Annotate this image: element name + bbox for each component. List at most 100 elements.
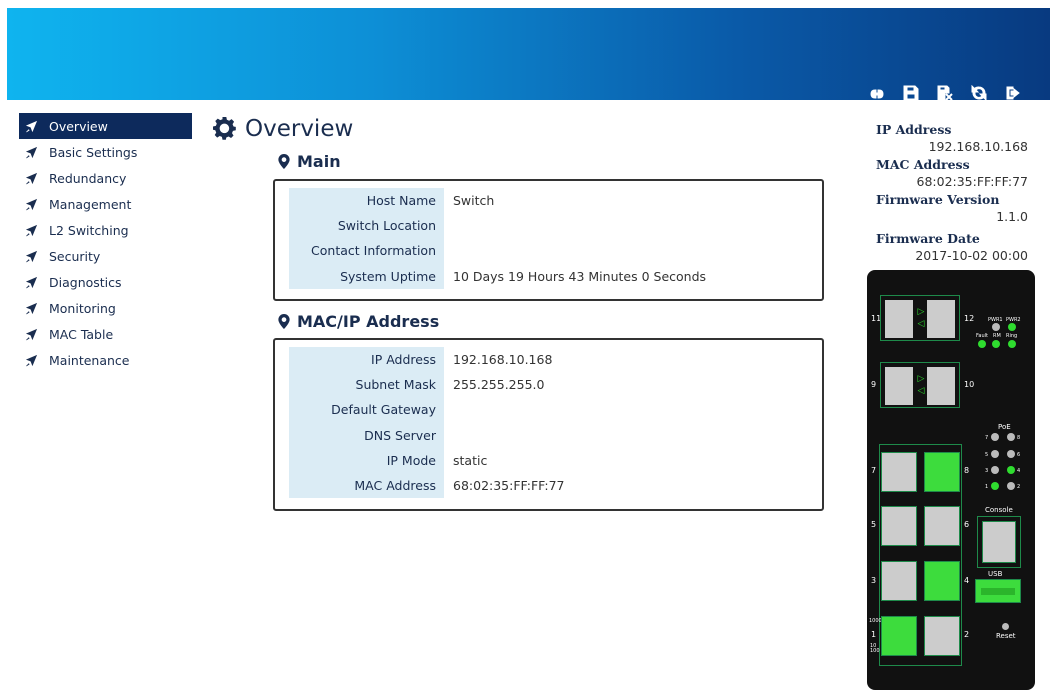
field-value xyxy=(444,238,706,263)
field-label: Default Gateway xyxy=(289,397,444,423)
macip-info-panel: IP Address 192.168.10.168 Subnet Mask 255.2… xyxy=(273,338,824,511)
sidebar-item-label: Redundancy xyxy=(49,170,127,186)
port-label-1: 1 xyxy=(871,630,877,639)
location-arrow-icon xyxy=(25,275,41,289)
sidebar-item-maintenance[interactable]: Maintenance xyxy=(19,347,192,373)
location-arrow-icon xyxy=(25,197,41,211)
sidebar-nav: Overview Basic Settings Redundancy Manageme… xyxy=(19,113,192,373)
refresh-icon[interactable] xyxy=(966,80,992,106)
info-ip-label: IP Address xyxy=(876,122,952,137)
sfp-port-11-12[interactable]: ▷ ◁ xyxy=(880,295,960,341)
led-label-fault: Fault xyxy=(976,333,988,339)
field-value: 192.168.10.168 xyxy=(453,352,553,368)
led-pwr2 xyxy=(1008,323,1016,331)
rj45-port-3[interactable] xyxy=(881,561,917,601)
speed-label-1000: 1000 xyxy=(869,618,882,624)
led-label-pwr2: PWR2 xyxy=(1006,317,1021,323)
poe-num-2: 2 xyxy=(1017,484,1021,490)
rj45-port-2[interactable] xyxy=(924,616,960,656)
sidebar-item-label: Maintenance xyxy=(49,352,130,368)
port-label-3: 3 xyxy=(871,576,877,585)
sidebar-item-label: Basic Settings xyxy=(49,144,138,160)
field-label: Switch Location xyxy=(289,213,444,239)
info-fw-label: Firmware Version xyxy=(876,192,1000,207)
info-mac-label: MAC Address xyxy=(876,157,970,172)
sidebar-item-redundancy[interactable]: Redundancy xyxy=(19,165,192,191)
poe-led-6 xyxy=(1007,450,1015,458)
sidebar-item-mac-table[interactable]: MAC Table xyxy=(19,321,192,347)
led-pwr1 xyxy=(992,323,1000,331)
rj45-port-1[interactable] xyxy=(881,616,917,656)
usb-port[interactable] xyxy=(975,579,1021,603)
poe-led-1 xyxy=(991,482,999,490)
led-ring xyxy=(1008,340,1016,348)
sidebar-item-label: Security xyxy=(49,248,101,264)
table-row: System Uptime 10 Days 19 Hours 43 Minutes… xyxy=(289,263,707,289)
poe-led-3 xyxy=(991,466,999,474)
port-label-7: 7 xyxy=(871,466,877,475)
page-title: Overview xyxy=(213,116,353,142)
save-icon[interactable] xyxy=(898,80,924,106)
map-marker-icon xyxy=(278,314,290,329)
sidebar-item-security[interactable]: Security xyxy=(19,243,192,269)
poe-led-2 xyxy=(1007,482,1015,490)
field-value: 10 Days 19 Hours 43 Minutes 0 Seconds xyxy=(453,268,707,284)
save-reset-icon[interactable] xyxy=(932,80,958,106)
field-label: DNS Server xyxy=(289,422,444,448)
sidebar-item-management[interactable]: Management xyxy=(19,191,192,217)
console-port[interactable] xyxy=(982,521,1016,563)
field-label: Host Name xyxy=(289,188,444,214)
reset-button[interactable] xyxy=(1002,623,1009,630)
port-label-9: 9 xyxy=(871,380,877,389)
location-arrow-icon xyxy=(25,145,41,159)
field-value: Switch xyxy=(453,193,495,209)
main-section-title-text: Main xyxy=(297,152,341,171)
rj45-port-6[interactable] xyxy=(924,506,960,546)
led-rm xyxy=(992,340,1000,348)
sidebar-item-basic-settings[interactable]: Basic Settings xyxy=(19,139,192,165)
link-icon[interactable] xyxy=(864,80,890,106)
table-row: IP Address 192.168.10.168 xyxy=(289,347,565,373)
poe-num-8: 8 xyxy=(1017,435,1021,441)
sidebar-item-label: L2 Switching xyxy=(49,222,129,238)
led-fault xyxy=(978,340,986,348)
poe-label: PoE xyxy=(998,423,1011,431)
location-arrow-icon xyxy=(25,301,41,315)
map-marker-icon xyxy=(278,154,290,169)
poe-led-5 xyxy=(991,450,999,458)
table-row: MAC Address 68:02:35:FF:FF:77 xyxy=(289,472,565,499)
led-label-rm: RM xyxy=(993,333,1001,339)
rj45-port-4[interactable] xyxy=(924,561,960,601)
logout-icon[interactable] xyxy=(1000,80,1026,106)
info-fwdate-label: Firmware Date xyxy=(876,231,980,246)
location-arrow-icon xyxy=(25,327,41,341)
poe-num-3: 3 xyxy=(985,468,989,474)
macip-section-title: MAC/IP Address xyxy=(278,312,439,331)
port-label-10: 10 xyxy=(964,380,975,389)
sidebar-item-l2-switching[interactable]: L2 Switching xyxy=(19,217,192,243)
port-label-8: 8 xyxy=(964,466,970,475)
sidebar-item-label: Overview xyxy=(49,118,108,134)
port-label-6: 6 xyxy=(964,520,970,529)
toolbar xyxy=(856,80,1026,106)
table-row: Subnet Mask 255.255.255.0 xyxy=(289,372,565,398)
rj45-port-7[interactable] xyxy=(881,452,917,492)
poe-num-1: 1 xyxy=(985,484,989,490)
location-arrow-icon xyxy=(25,119,41,133)
sidebar-item-label: Diagnostics xyxy=(49,274,122,290)
sidebar-item-label: Monitoring xyxy=(49,300,116,316)
sidebar-item-monitoring[interactable]: Monitoring xyxy=(19,295,192,321)
rj45-port-8[interactable] xyxy=(924,452,960,492)
field-value xyxy=(444,213,706,238)
field-label: MAC Address xyxy=(289,472,444,499)
gear-icon xyxy=(213,117,236,140)
sidebar-item-label: MAC Table xyxy=(49,326,114,342)
sfp-port-9-10[interactable]: ▷ ◁ xyxy=(880,362,960,408)
sidebar-item-diagnostics[interactable]: Diagnostics xyxy=(19,269,192,295)
poe-led-8 xyxy=(1007,433,1015,441)
info-mac-value: 68:02:35:FF:FF:77 xyxy=(916,174,1029,189)
rj45-port-5[interactable] xyxy=(881,506,917,546)
sidebar-item-overview[interactable]: Overview xyxy=(19,113,192,139)
sidebar-item-label: Management xyxy=(49,196,132,212)
location-arrow-icon xyxy=(25,171,41,185)
